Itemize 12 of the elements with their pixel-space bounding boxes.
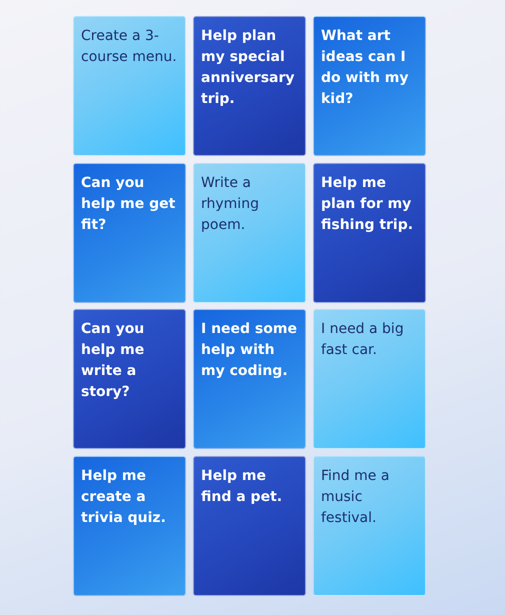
suggestion-card[interactable]: I need a big fast car.: [313, 309, 426, 449]
suggestion-card[interactable]: Write a rhyming poem.: [193, 162, 306, 302]
suggestion-card[interactable]: Help me create a trivia quiz.: [73, 456, 186, 596]
suggestion-card[interactable]: Help me plan for my fishing trip.: [313, 162, 426, 302]
suggestion-card[interactable]: Help me find a pet.: [193, 456, 306, 596]
suggestion-card[interactable]: What art ideas can I do with my kid?: [313, 16, 426, 156]
suggestion-card[interactable]: Create a 3-course menu.: [73, 16, 186, 156]
suggestion-card[interactable]: I need some help with my coding.: [193, 309, 306, 449]
suggestion-card[interactable]: Can you help me write a story?: [73, 309, 186, 449]
suggestion-card[interactable]: Help plan my special anniversary trip.: [193, 16, 306, 156]
suggestion-card[interactable]: Find me a music festival.: [313, 456, 426, 596]
suggestion-card[interactable]: Can you help me get fit?: [73, 162, 186, 302]
